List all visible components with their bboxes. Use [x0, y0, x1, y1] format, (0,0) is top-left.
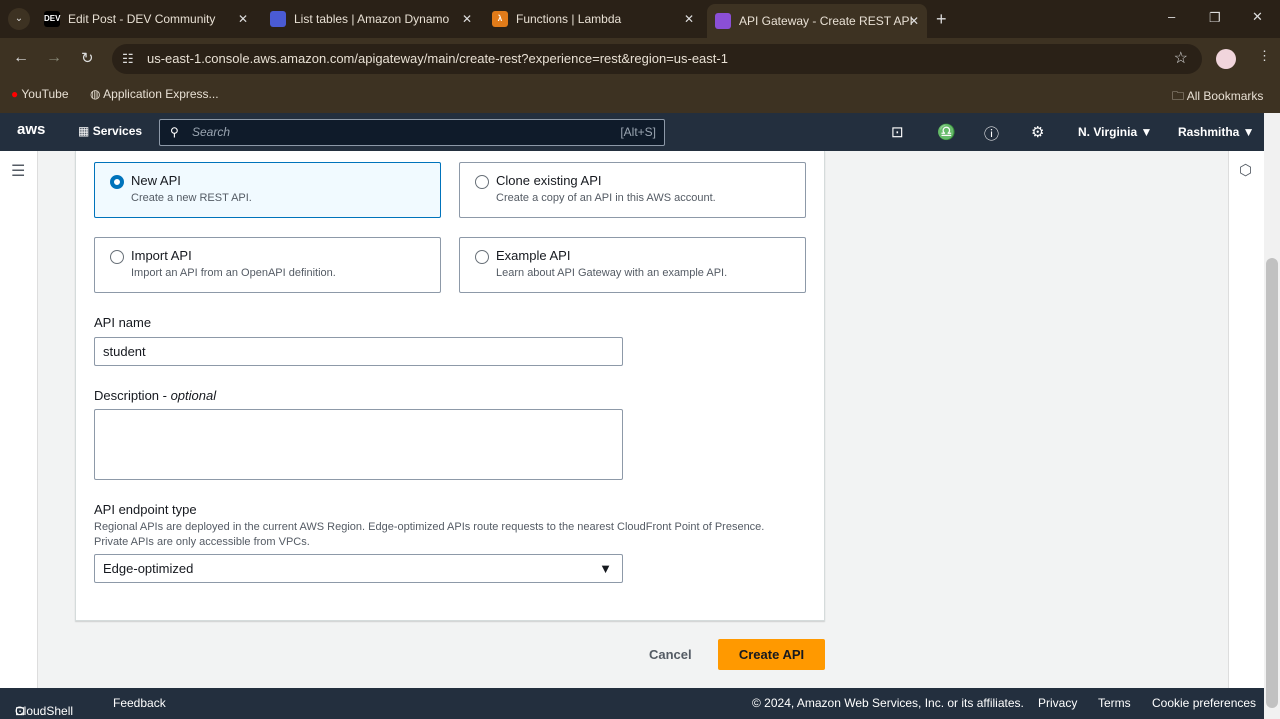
help-icon[interactable]: ⓘ: [984, 123, 999, 144]
scrollbar-thumb[interactable]: [1266, 258, 1278, 708]
globe-icon: ◍: [90, 87, 101, 101]
region-selector[interactable]: N. Virginia ▼: [1078, 125, 1152, 139]
bookmark-star-icon[interactable]: ☆: [1174, 44, 1188, 74]
tab-dev[interactable]: DEV Edit Post - DEV Community ✕: [36, 6, 256, 32]
close-icon[interactable]: ✕: [909, 14, 919, 28]
api-name-input[interactable]: student: [94, 337, 623, 366]
radio-button[interactable]: [110, 250, 124, 264]
endpoint-type-hint: Regional APIs are deployed in the curren…: [94, 521, 765, 548]
forward-icon[interactable]: →: [46, 49, 62, 67]
hamburger-menu-icon[interactable]: ☰: [11, 161, 25, 181]
description-textarea[interactable]: [94, 409, 623, 480]
close-icon[interactable]: ✕: [684, 12, 694, 26]
dev-icon: DEV: [44, 11, 60, 27]
side-navigation: ☰: [0, 151, 38, 688]
browser-tab-bar: ⌄ DEV Edit Post - DEV Community ✕ List tab…: [0, 0, 1280, 38]
reload-icon[interactable]: ↻: [81, 49, 94, 67]
terms-link[interactable]: Terms: [1098, 696, 1131, 710]
feedback-link[interactable]: Feedback: [113, 696, 166, 710]
tab-search-button[interactable]: ⌄: [8, 8, 30, 30]
create-api-button[interactable]: Create API: [718, 639, 825, 670]
dynamodb-icon: [270, 11, 286, 27]
description-label: Description - optional: [94, 388, 217, 403]
restore-icon[interactable]: ❐: [1209, 10, 1221, 26]
aws-logo[interactable]: aws: [17, 121, 45, 138]
bookmark-youtube[interactable]: ● YouTube: [11, 87, 69, 101]
radio-button[interactable]: [110, 175, 124, 189]
notifications-icon[interactable]: ♎: [937, 123, 956, 141]
option-clone-api[interactable]: Clone existing API Create a copy of an AP…: [459, 162, 806, 218]
tools-panel: ⬡: [1228, 151, 1264, 688]
grid-icon: ▦: [78, 124, 90, 138]
folder-icon: 🗀: [1172, 89, 1185, 103]
api-name-label: API name: [94, 315, 152, 330]
privacy-link[interactable]: Privacy: [1038, 696, 1077, 710]
option-example-api[interactable]: Example API Learn about API Gateway with …: [459, 237, 806, 293]
endpoint-type-select[interactable]: Edge-optimized ▼: [94, 554, 623, 583]
minimize-icon[interactable]: –: [1168, 9, 1175, 24]
cancel-button[interactable]: Cancel: [649, 647, 692, 662]
new-tab-icon[interactable]: +: [936, 9, 947, 30]
tab-lambda[interactable]: λ Functions | Lambda ✕: [484, 6, 702, 32]
copyright: © 2024, Amazon Web Services, Inc. or its…: [752, 696, 1024, 710]
menu-icon[interactable]: ⋮: [1258, 48, 1271, 64]
radio-button[interactable]: [475, 175, 489, 189]
close-icon[interactable]: ✕: [462, 12, 472, 26]
search-icon: ⚲: [170, 125, 179, 139]
api-gateway-icon: [715, 13, 731, 29]
close-icon[interactable]: ✕: [238, 12, 248, 26]
youtube-icon: ●: [11, 87, 19, 101]
all-bookmarks[interactable]: 🗀 All Bookmarks: [1172, 87, 1263, 108]
services-menu[interactable]: ▦ Services: [78, 124, 142, 138]
bookmark-application-express[interactable]: ◍ Application Express...: [90, 87, 219, 101]
account-menu[interactable]: Rashmitha ▼: [1178, 125, 1255, 139]
lambda-icon: λ: [492, 11, 508, 27]
window-close-icon[interactable]: ✕: [1252, 9, 1263, 25]
create-api-panel: [75, 151, 825, 621]
site-info-icon[interactable]: ☷: [122, 44, 134, 74]
address-bar-row: ← → ↻ ☷ us-east-1.console.aws.amazon.com/…: [0, 38, 1280, 80]
url-input[interactable]: ☷ us-east-1.console.aws.amazon.com/apigat…: [112, 44, 1202, 74]
tab-dynamodb[interactable]: List tables | Amazon DynamoDB ✕: [262, 6, 480, 32]
aws-console-header: aws ▦ Services ⚲ Search [Alt+S] ⊡ ♎ ⓘ ⚙ N.…: [0, 113, 1264, 151]
radio-button[interactable]: [475, 250, 489, 264]
search-input[interactable]: ⚲ Search [Alt+S]: [159, 119, 665, 146]
settings-icon[interactable]: ⚙: [1031, 123, 1044, 141]
profile-avatar[interactable]: [1216, 49, 1236, 69]
tools-icon[interactable]: ⬡: [1239, 161, 1252, 179]
console-footer: ⊡ CloudShell Feedback © 2024, Amazon Web…: [0, 688, 1264, 719]
option-new-api[interactable]: New API Create a new REST API.: [94, 162, 441, 218]
caret-down-icon: ▼: [599, 561, 612, 576]
back-icon[interactable]: ←: [13, 49, 29, 67]
option-import-api[interactable]: Import API Import an API from an OpenAPI …: [94, 237, 441, 293]
cloudshell-icon[interactable]: ⊡: [891, 123, 904, 141]
bookmarks-bar: ● YouTube ◍ Application Express... 🗀 All…: [0, 80, 1280, 113]
cookie-preferences-link[interactable]: Cookie preferences: [1152, 696, 1256, 710]
tab-api-gateway[interactable]: API Gateway - Create REST API ✕: [707, 4, 927, 38]
endpoint-type-label: API endpoint type: [94, 502, 197, 517]
